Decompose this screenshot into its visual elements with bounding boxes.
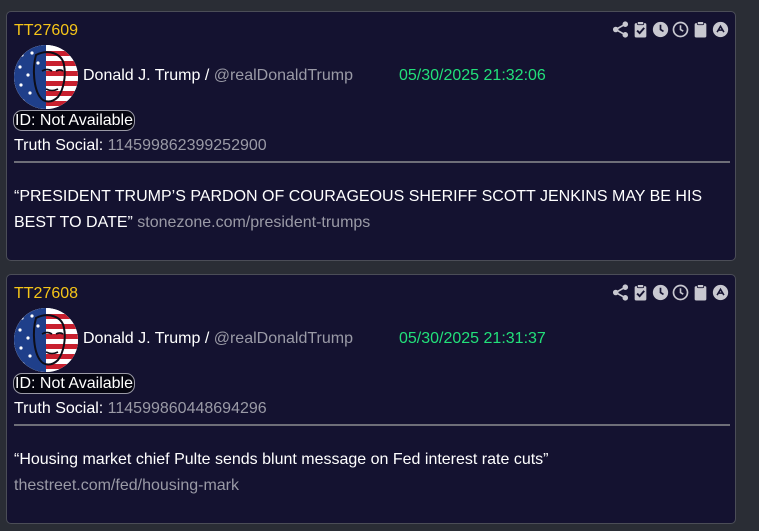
- post-card: TT27609 Donald J. Trump / @realDonaldTru…: [6, 11, 736, 261]
- post-content: “Housing market chief Pulte sends blunt …: [14, 447, 714, 499]
- author-name: Donald J. Trump /: [83, 67, 210, 84]
- clipboard-check-icon[interactable]: [632, 21, 649, 38]
- clock-icon[interactable]: [652, 21, 669, 38]
- clipboard-check-icon[interactable]: [632, 284, 649, 301]
- truth-social-label: Truth Social:: [14, 400, 104, 417]
- post-toolbar: [612, 284, 729, 301]
- divider: [14, 161, 730, 163]
- clock-outline-icon[interactable]: [672, 284, 689, 301]
- truth-social-label: Truth Social:: [14, 137, 104, 154]
- post-timestamp: 05/30/2025 21:31:37: [399, 330, 546, 347]
- post-tt-id: TT27608: [14, 285, 79, 302]
- share-icon[interactable]: [612, 284, 629, 301]
- author-line: Donald J. Trump / @realDonaldTrump: [83, 330, 353, 348]
- post-id-badge: ID: Not Available: [13, 110, 135, 131]
- post-tt-id: TT27609: [14, 22, 79, 39]
- post-timestamp: 05/30/2025 21:32:06: [399, 67, 546, 84]
- clock-icon[interactable]: [652, 284, 669, 301]
- post-text: “Housing market chief Pulte sends blunt …: [14, 451, 549, 468]
- author-handle[interactable]: @realDonaldTrump: [214, 330, 353, 347]
- scroll-up-icon[interactable]: [712, 284, 729, 301]
- author-handle[interactable]: @realDonaldTrump: [214, 67, 353, 84]
- truth-social-id[interactable]: 114599862399252900: [108, 137, 267, 154]
- avatar: [14, 45, 78, 109]
- truth-social-id[interactable]: 114599860448694296: [108, 400, 267, 417]
- post-link[interactable]: stonezone.com/president-trumps: [137, 214, 370, 231]
- post-content: “PRESIDENT TRUMP’S PARDON OF COURAGEOUS …: [14, 184, 714, 236]
- clock-outline-icon[interactable]: [672, 21, 689, 38]
- avatar: [14, 308, 78, 372]
- scroll-up-icon[interactable]: [712, 21, 729, 38]
- share-icon[interactable]: [612, 21, 629, 38]
- truth-social-line: Truth Social: 114599862399252900: [14, 137, 267, 155]
- post-id-badge: ID: Not Available: [13, 373, 135, 394]
- author-line: Donald J. Trump / @realDonaldTrump: [83, 67, 353, 85]
- divider: [14, 424, 730, 426]
- truth-social-line: Truth Social: 114599860448694296: [14, 400, 267, 418]
- post-card: TT27608 Donald J. Trump / @realDonaldTru…: [6, 274, 736, 524]
- clipboard-icon[interactable]: [692, 21, 709, 38]
- clipboard-icon[interactable]: [692, 284, 709, 301]
- author-name: Donald J. Trump /: [83, 330, 210, 347]
- post-toolbar: [612, 21, 729, 38]
- post-link[interactable]: thestreet.com/fed/housing-mark: [14, 477, 239, 494]
